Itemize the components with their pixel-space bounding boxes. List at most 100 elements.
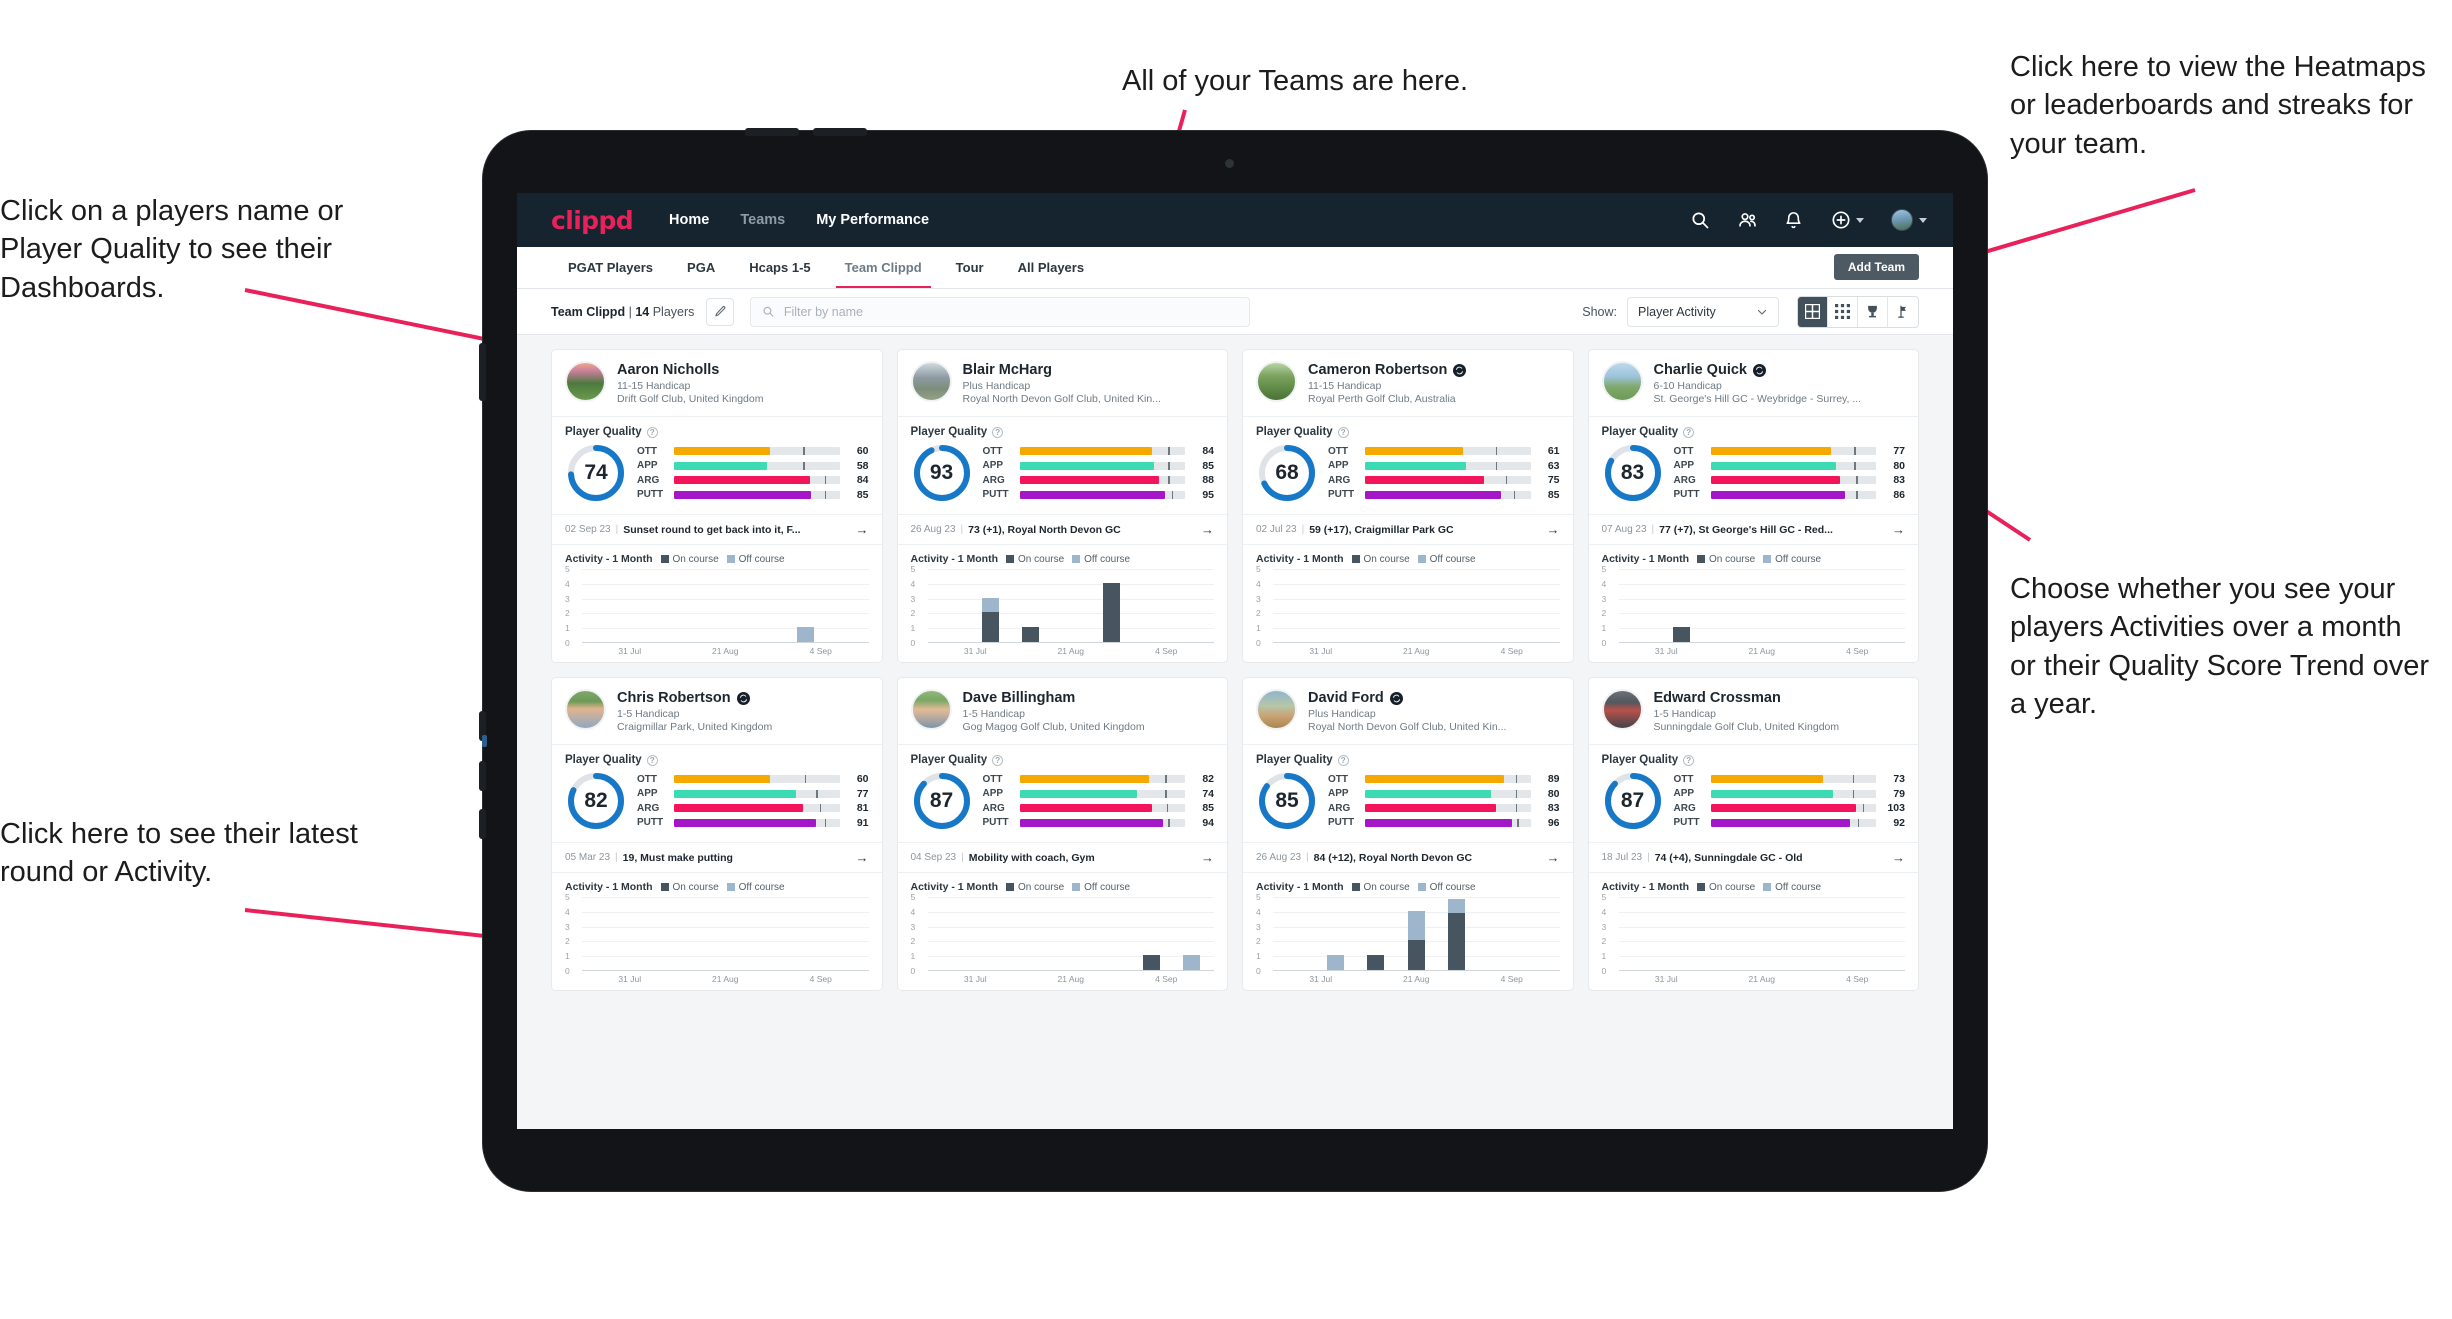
arrow-right-icon[interactable]: → bbox=[1201, 522, 1214, 537]
player-card-header[interactable]: Cameron Robertson 11-15 Handicap Royal Per… bbox=[1243, 350, 1573, 417]
player-card-header[interactable]: Blair McHarg Plus Handicap Royal North Dev… bbox=[897, 350, 1227, 417]
nav-my-performance[interactable]: My Performance bbox=[816, 212, 929, 228]
player-quality-score[interactable]: 87 bbox=[1602, 770, 1664, 832]
player-card[interactable]: Chris Robertson 1-5 Handicap Craigmillar P… bbox=[551, 677, 883, 991]
help-icon[interactable]: ? bbox=[1337, 754, 1349, 766]
pencil-icon[interactable] bbox=[706, 297, 735, 326]
x-axis-tick: 21 Aug bbox=[1403, 646, 1430, 656]
player-quality-score[interactable]: 83 bbox=[1602, 442, 1664, 504]
tablet-button-side-4 bbox=[479, 809, 486, 839]
help-icon[interactable]: ? bbox=[646, 754, 658, 766]
player-club: Royal Perth Golf Club, Australia bbox=[1308, 393, 1456, 405]
legend-label-off: Off course bbox=[1084, 553, 1131, 565]
bell-icon[interactable] bbox=[1784, 210, 1804, 230]
latest-round-link[interactable]: 02 Sep 23 | Sunset round to get back into … bbox=[552, 515, 882, 545]
player-quality-score[interactable]: 68 bbox=[1256, 442, 1318, 504]
help-icon[interactable]: ? bbox=[1683, 754, 1695, 766]
metric-row: APP 77 bbox=[637, 787, 869, 802]
nav-teams[interactable]: Teams bbox=[740, 212, 785, 228]
player-name[interactable]: David Ford bbox=[1308, 690, 1384, 706]
show-select[interactable]: Player Activity bbox=[1627, 296, 1779, 327]
latest-round-link[interactable]: 02 Jul 23 | 59 (+17), Craigmillar Park GC → bbox=[1243, 515, 1573, 545]
player-quality-score[interactable]: 74 bbox=[565, 442, 627, 504]
legend-label-on: On course bbox=[1363, 553, 1410, 565]
heatmap-view-button[interactable] bbox=[1888, 296, 1918, 327]
search-input[interactable] bbox=[783, 304, 1239, 319]
search-input-wrapper[interactable] bbox=[750, 296, 1251, 327]
help-icon[interactable]: ? bbox=[646, 426, 658, 438]
arrow-right-icon[interactable]: → bbox=[1201, 850, 1214, 865]
player-quality-score[interactable]: 87 bbox=[911, 770, 973, 832]
tab-hcaps-1-5[interactable]: Hcaps 1-5 bbox=[732, 247, 827, 288]
bar-slot bbox=[970, 571, 1010, 642]
player-name[interactable]: Aaron Nicholls bbox=[617, 362, 719, 378]
user-avatar-menu[interactable] bbox=[1891, 209, 1927, 231]
plus-circle-icon[interactable] bbox=[1831, 210, 1864, 230]
add-team-button[interactable]: Add Team bbox=[1833, 254, 1919, 280]
player-card-header[interactable]: Dave Billingham 1-5 Handicap Gog Magog Gol… bbox=[897, 678, 1227, 745]
player-card[interactable]: Blair McHarg Plus Handicap Royal North Dev… bbox=[896, 349, 1228, 663]
latest-round-link[interactable]: 26 Aug 23 | 73 (+1), Royal North Devon GC → bbox=[897, 515, 1227, 545]
small-grid-view-button[interactable] bbox=[1828, 296, 1858, 327]
help-icon[interactable]: ? bbox=[1337, 426, 1349, 438]
player-card[interactable]: Charlie Quick 6-10 Handicap St. George's H… bbox=[1587, 349, 1919, 663]
arrow-right-icon[interactable]: → bbox=[1892, 522, 1905, 537]
player-card-header[interactable]: Aaron Nicholls 11-15 Handicap Drift Golf C… bbox=[552, 350, 882, 417]
player-card[interactable]: Aaron Nicholls 11-15 Handicap Drift Golf C… bbox=[551, 349, 883, 663]
bar-stack bbox=[1488, 571, 1505, 642]
player-card[interactable]: Edward Crossman 1-5 Handicap Sunningdale G… bbox=[1587, 677, 1919, 991]
arrow-right-icon[interactable]: → bbox=[1892, 850, 1905, 865]
player-handicap: 6-10 Handicap bbox=[1653, 380, 1722, 392]
player-card[interactable]: David Ford Plus Handicap Royal North Devon… bbox=[1242, 677, 1574, 991]
player-card-header[interactable]: Edward Crossman 1-5 Handicap Sunningdale G… bbox=[1588, 678, 1918, 745]
latest-round-link[interactable]: 04 Sep 23 | Mobility with coach, Gym → bbox=[897, 843, 1227, 873]
tab-pga[interactable]: PGA bbox=[670, 247, 732, 288]
large-grid-view-button[interactable] bbox=[1798, 296, 1828, 327]
latest-round-link[interactable]: 05 Mar 23 | 19, Must make putting → bbox=[552, 843, 882, 873]
player-name-row: Charlie Quick bbox=[1654, 362, 1862, 378]
player-name[interactable]: Dave Billingham bbox=[963, 690, 1076, 706]
player-quality-score[interactable]: 85 bbox=[1256, 770, 1318, 832]
quality-body: 83 OTT 77 APP 80 ARG 83 PUTT 86 bbox=[1602, 442, 1905, 504]
latest-round-link[interactable]: 26 Aug 23 | 84 (+12), Royal North Devon GC… bbox=[1243, 843, 1573, 873]
arrow-right-icon[interactable]: → bbox=[1547, 850, 1560, 865]
arrow-right-icon[interactable]: → bbox=[1547, 522, 1560, 537]
player-card-header[interactable]: Charlie Quick 6-10 Handicap St. George's H… bbox=[1588, 350, 1918, 417]
player-name[interactable]: Blair McHarg bbox=[963, 362, 1052, 378]
player-name[interactable]: Edward Crossman bbox=[1654, 690, 1781, 706]
y-axis-tick: 5 bbox=[1601, 892, 1607, 902]
arrow-right-icon[interactable]: → bbox=[856, 522, 869, 537]
bar-segment-on-course bbox=[1448, 913, 1466, 970]
arrow-right-icon[interactable]: → bbox=[856, 850, 869, 865]
player-card[interactable]: Dave Billingham 1-5 Handicap Gog Magog Gol… bbox=[896, 677, 1228, 991]
player-name[interactable]: Charlie Quick bbox=[1654, 362, 1747, 378]
search-icon[interactable] bbox=[1690, 210, 1710, 230]
player-card[interactable]: Cameron Robertson 11-15 Handicap Royal Per… bbox=[1242, 349, 1574, 663]
people-icon[interactable] bbox=[1737, 210, 1757, 230]
help-icon[interactable]: ? bbox=[992, 426, 1004, 438]
bar-slot bbox=[1051, 571, 1091, 642]
player-card-header[interactable]: David Ford Plus Handicap Royal North Devon… bbox=[1243, 678, 1573, 745]
metric-bar-marker bbox=[1168, 476, 1170, 485]
player-quality-score[interactable]: 82 bbox=[565, 770, 627, 832]
help-icon[interactable]: ? bbox=[992, 754, 1004, 766]
leaderboard-view-button[interactable] bbox=[1858, 296, 1888, 327]
filter-bar: Team Clippd | 14 Players Show: Player Ac bbox=[517, 289, 1953, 335]
player-quality-score[interactable]: 93 bbox=[911, 442, 973, 504]
clippd-logo[interactable]: clippd bbox=[551, 206, 634, 235]
latest-round-link[interactable]: 07 Aug 23 | 77 (+7), St George's Hill GC -… bbox=[1588, 515, 1918, 545]
player-card-header[interactable]: Chris Robertson 1-5 Handicap Craigmillar P… bbox=[552, 678, 882, 745]
bar-slot bbox=[1275, 899, 1315, 970]
player-name[interactable]: Cameron Robertson bbox=[1308, 362, 1447, 378]
bar-stack bbox=[636, 899, 653, 970]
player-name[interactable]: Chris Robertson bbox=[617, 690, 731, 706]
tab-all-players[interactable]: All Players bbox=[1001, 247, 1102, 288]
tab-team-clippd[interactable]: Team Clippd bbox=[828, 247, 939, 288]
tab-pgat-players[interactable]: PGAT Players bbox=[551, 247, 670, 288]
tab-tour[interactable]: Tour bbox=[939, 247, 1001, 288]
metric-bar bbox=[674, 490, 840, 499]
round-description: 84 (+12), Royal North Devon GC bbox=[1313, 851, 1473, 864]
help-icon[interactable]: ? bbox=[1683, 426, 1695, 438]
latest-round-link[interactable]: 18 Jul 23 | 74 (+4), Sunningdale GC - Old → bbox=[1588, 843, 1918, 873]
nav-home[interactable]: Home bbox=[669, 212, 709, 228]
